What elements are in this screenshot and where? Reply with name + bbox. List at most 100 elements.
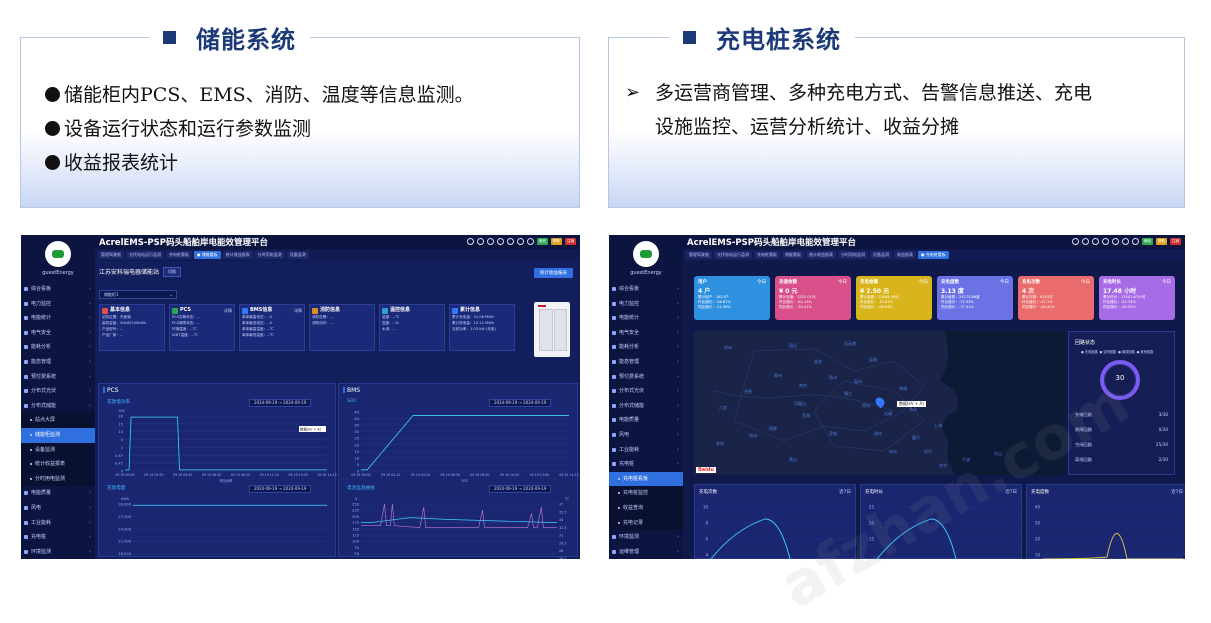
sidebar-item[interactable]: 统计收益报表 <box>21 457 95 472</box>
sidebar-item[interactable]: 充电桩看板 <box>609 471 683 487</box>
sidebar-item[interactable]: 电力监控 › <box>21 297 95 312</box>
sidebar-item[interactable]: 预付费系统 › <box>21 370 95 385</box>
sidebar-item[interactable]: 电能统计 › <box>21 311 95 326</box>
chevron-icon: › <box>677 315 679 322</box>
sidebar-item-label: 预付费系统 <box>31 373 57 380</box>
switch-button[interactable]: 切换 <box>163 267 182 277</box>
tooltip-text: 数据(kV + A) <box>300 427 322 432</box>
tab[interactable]: 充电桩看板 <box>754 251 780 259</box>
loop-status-row: 充电回路 3/30 <box>1075 412 1168 418</box>
tab[interactable]: 储能看板 <box>782 251 804 259</box>
tab[interactable]: 收益报表 <box>894 251 916 259</box>
top-tag-button[interactable]: 注销 <box>565 238 576 245</box>
top-tag-button[interactable]: 注销 <box>1170 238 1181 245</box>
sidebar-item[interactable]: 风电 › <box>21 501 95 516</box>
tab[interactable]: 光伏电站运行监测 <box>126 251 164 259</box>
kpi-card[interactable]: 充电时长 今日 17.48 小时 累计时长：17401.67小时 环比增长：-42.74… <box>1099 276 1175 320</box>
detail-link[interactable]: 详情 <box>224 307 232 314</box>
tab[interactable]: 光伏电站运行监测 <box>714 251 752 259</box>
card-line: 水浸：-- <box>382 327 396 331</box>
screen-icon[interactable] <box>1122 238 1129 245</box>
tab[interactable]: 管理驾驶舱 <box>98 251 124 259</box>
top-tag-button[interactable]: 帮助 <box>1156 238 1167 245</box>
tab[interactable]: 管理驾驶舱 <box>686 251 712 259</box>
map-view[interactable]: 徐州 宿迁 连云港 淮安 盐城 泰州 南京 扬州 镇江 常州 无锡 苏州 上海 嘉兴 湖州 杭州 宣城 芜湖 马鞍山… <box>694 331 1065 475</box>
card-header: 温控信息 <box>382 307 442 314</box>
search-icon[interactable] <box>467 238 474 245</box>
sidebar-item[interactable]: 收益查询 <box>609 500 683 516</box>
sidebar-item[interactable]: 设备监测 <box>21 442 95 458</box>
sidebar-item[interactable]: 电能质量 › <box>609 413 683 428</box>
sidebar-item[interactable]: 环境监测 › <box>21 545 95 559</box>
sidebar-item[interactable]: 综合看板 › <box>21 282 95 297</box>
trend-chart-range[interactable]: 近7日 <box>839 489 851 495</box>
sidebar-item[interactable]: 电能质量 › <box>21 486 95 501</box>
tab[interactable]: 统计收益报表 <box>806 251 836 259</box>
map-city-label: 连云港 <box>844 341 856 346</box>
globe-icon[interactable] <box>477 238 484 245</box>
user-icon[interactable] <box>527 238 534 245</box>
sidebar-item[interactable]: 运维管理 › <box>609 545 683 559</box>
card-icon <box>102 307 108 314</box>
tab[interactable]: ● 充电桩看板 <box>918 251 949 259</box>
kpi-card[interactable]: 充电金额 今日 ¥ 2.50 元累计金额：12844.06元 环比增长：-72.87%… <box>856 276 932 320</box>
detail-link[interactable]: 详情 <box>294 307 302 314</box>
tab[interactable]: 设备监测 <box>286 251 309 259</box>
tab[interactable]: ● 储能看板 <box>194 251 221 259</box>
sidebar-item[interactable]: 储能柜监测 <box>21 427 95 443</box>
trend-chart-range[interactable]: 近7日 <box>1005 489 1017 495</box>
top-tag-button[interactable]: 微信 <box>537 238 548 245</box>
sidebar-item[interactable]: 分时用电监测 <box>21 471 95 487</box>
tab[interactable]: 分时用电监测 <box>838 251 868 259</box>
sidebar-item[interactable]: 充电桩 › <box>21 530 95 545</box>
kpi-card[interactable]: 充电度数 今日 3.13 度累计度数：25273.86度 环比增长：-72.53% 同比… <box>937 276 1013 320</box>
sidebar-item[interactable]: 分布式储能 › <box>21 399 95 414</box>
sidebar-item[interactable]: 综合看板 › <box>609 282 683 297</box>
fullscreen-icon[interactable] <box>1112 238 1119 245</box>
top-tag-button[interactable]: 帮助 <box>551 238 562 245</box>
fullscreen-icon[interactable] <box>507 238 514 245</box>
report-button[interactable]: 统计收益报表 <box>534 268 573 278</box>
kpi-card[interactable]: 用户 今日 4 户累计用户：1621户 环比增长：-56.67% 同比增长：-21.58… <box>694 276 770 320</box>
sidebar-item[interactable]: 站点大屏 <box>21 413 95 428</box>
kpi-card[interactable]: 充电次数 今日 4 次累计次数：6145次 环比增长：-47.1% 同比增长：-46.4… <box>1018 276 1094 320</box>
sidebar-item[interactable]: 电气安全 › <box>21 326 95 341</box>
sidebar-item[interactable]: 预付费系统 › <box>609 370 683 385</box>
refresh-icon[interactable] <box>1102 238 1109 245</box>
sidebar-item[interactable]: 电力监控 › <box>609 297 683 312</box>
cabinet-select[interactable]: 储能柜1 ⌄ <box>99 290 177 299</box>
sidebar-item[interactable]: 能态管理 › <box>21 355 95 370</box>
sidebar-item[interactable]: 分布式储能 › <box>609 399 683 414</box>
kpi-card[interactable]: 充值金额 今日 ¥ 0 元累计充值：1232.01元 环比增长：-82.13% 同比增长… <box>775 276 851 320</box>
sidebar-item[interactable]: 能态管理 › <box>609 355 683 370</box>
sidebar-item[interactable]: 能耗分析 › <box>21 340 95 355</box>
sidebar-item[interactable]: 工业能耗 › <box>609 443 683 458</box>
y-tick-label-right: 31 <box>559 534 563 538</box>
top-tag-button[interactable]: 微信 <box>1142 238 1153 245</box>
tab[interactable]: 分时用电监测 <box>254 251 285 259</box>
sidebar-item[interactable]: 能耗分析 › <box>609 340 683 355</box>
tab[interactable]: 统计收益报表 <box>222 251 253 259</box>
trend-chart-card: 充电时长 近7日 25 20 15 <box>860 484 1022 559</box>
sidebar-item[interactable]: 环境监测 › <box>609 530 683 545</box>
search-icon[interactable] <box>1072 238 1079 245</box>
sidebar-item[interactable]: 充电桩监控 <box>609 486 683 501</box>
sidebar-item[interactable]: 分布式光伏 › <box>21 384 95 399</box>
sidebar-item[interactable]: 充电桩 › <box>609 457 683 472</box>
sidebar-item[interactable]: 风电 › <box>609 428 683 443</box>
tab[interactable]: 设备监测 <box>870 251 892 259</box>
trend-chart-range[interactable]: 近7日 <box>1171 489 1183 495</box>
sidebar-item[interactable]: 电能统计 › <box>609 311 683 326</box>
sound-icon[interactable] <box>487 238 494 245</box>
refresh-icon[interactable] <box>497 238 504 245</box>
sidebar-item[interactable]: 充电记录 <box>609 515 683 531</box>
screen-icon[interactable] <box>517 238 524 245</box>
sidebar-item[interactable]: 电气安全 › <box>609 326 683 341</box>
sound-icon[interactable] <box>1092 238 1099 245</box>
globe-icon[interactable] <box>1082 238 1089 245</box>
sidebar-item[interactable]: 分布式光伏 › <box>609 384 683 399</box>
kpi-period: 今日 <box>838 280 847 285</box>
user-icon[interactable] <box>1132 238 1139 245</box>
tab[interactable]: 充电桩看板 <box>166 251 192 259</box>
sidebar-item[interactable]: 工业能耗 › <box>21 516 95 531</box>
